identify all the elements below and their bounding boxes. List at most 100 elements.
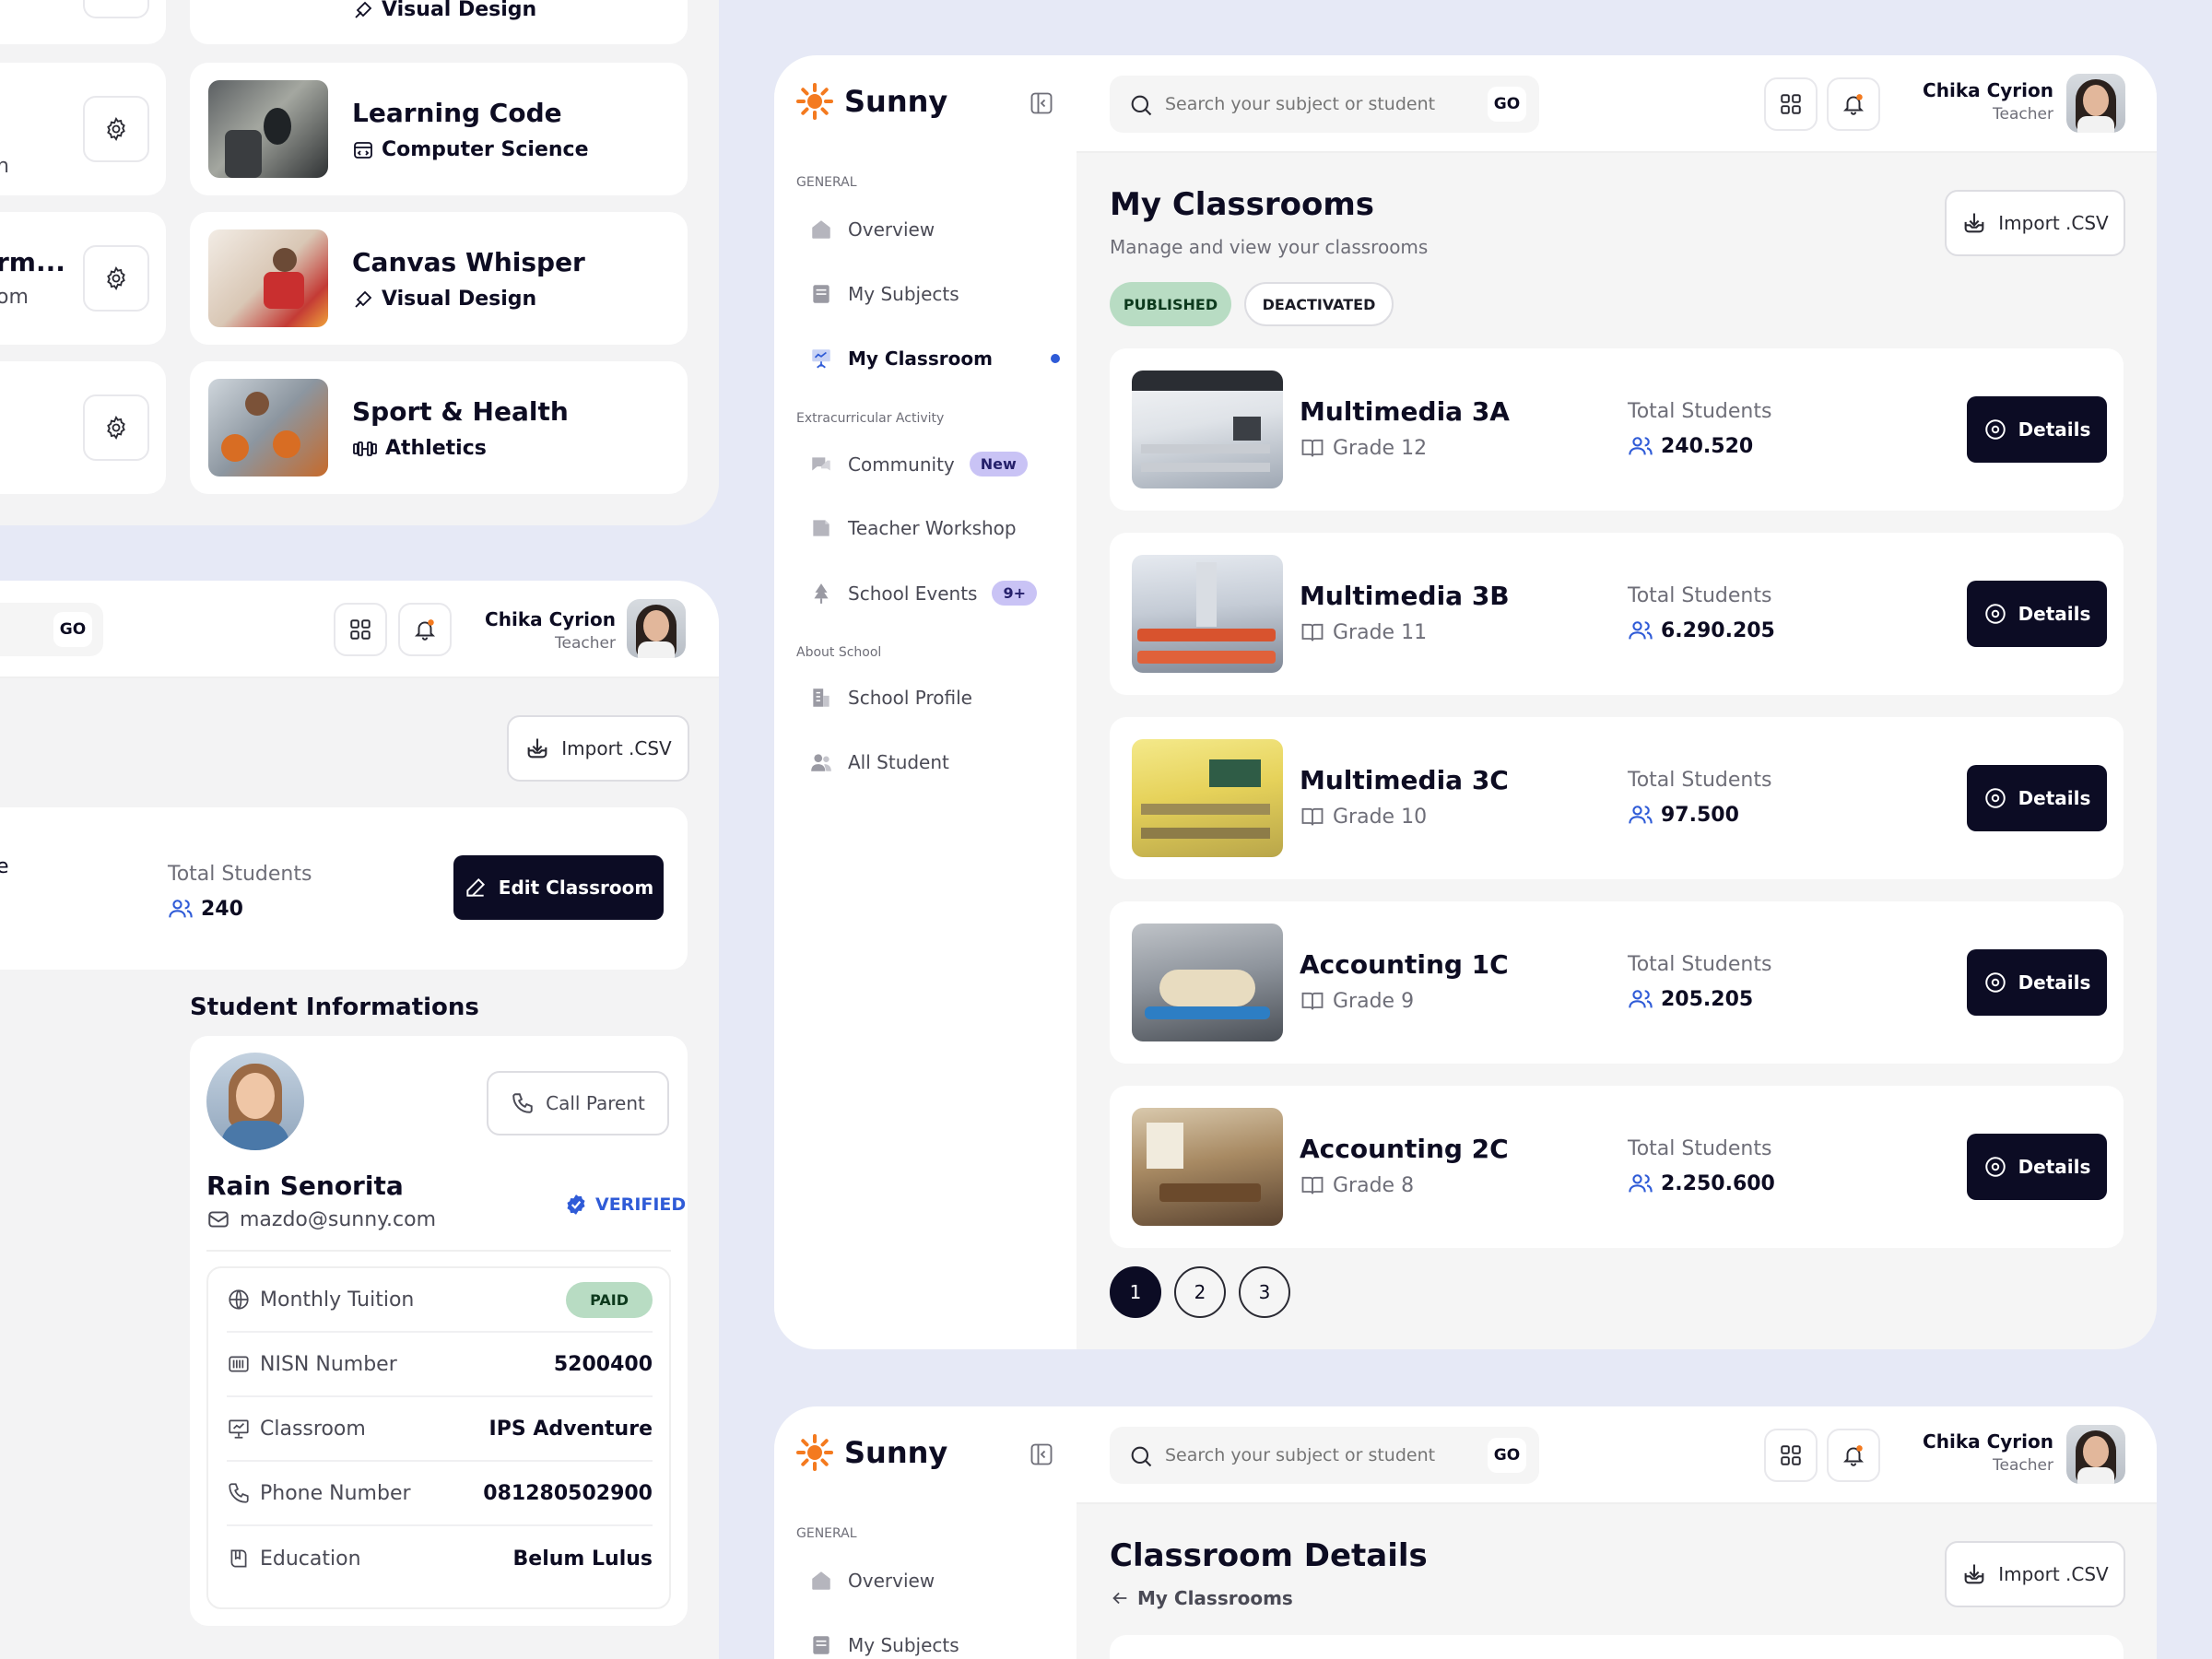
settings-button[interactable] (83, 245, 149, 312)
brand-logo[interactable]: Sunny (794, 1432, 947, 1473)
subject-manage-text: om (0, 286, 29, 309)
notifications-button[interactable] (1827, 1429, 1880, 1482)
sidebar: Sunny GENERAL Overview My Subjects My Cl… (774, 55, 1077, 1349)
settings-button[interactable] (83, 0, 149, 18)
call-parent-label: Call Parent (546, 1092, 645, 1114)
student-name: Rain Senorita (206, 1171, 404, 1201)
total-students-label: Total Students (1628, 953, 1772, 976)
subject-card[interactable]: Learning Code Computer Science (190, 63, 688, 195)
sidebar-collapse-icon (1030, 1443, 1053, 1465)
total-students-label: Total Students (1628, 1137, 1772, 1160)
collapse-sidebar-button[interactable] (1029, 1441, 1054, 1471)
section-label-about-school: About School (796, 645, 882, 660)
go-button[interactable]: GO (53, 612, 92, 647)
summary-partial-text: e (0, 855, 9, 878)
verified-badge-icon (567, 1194, 585, 1215)
import-csv-button[interactable]: Import .CSV (1945, 190, 2125, 256)
home-icon (812, 220, 830, 239)
edit-classroom-button[interactable]: Edit Classroom (453, 855, 664, 920)
sidebar-item-school-profile[interactable]: School Profile (809, 686, 972, 710)
student-details-table: Monthly Tuition PAID NISN Number 5200400… (206, 1266, 671, 1609)
classroom-thumbnail (1132, 924, 1283, 1041)
search-input[interactable]: GO (0, 603, 103, 656)
subject-category: Visual Design (382, 288, 537, 311)
sidebar-item-overview[interactable]: Overview (809, 1569, 935, 1593)
sidebar-item-my-subjects[interactable]: My Subjects (809, 282, 959, 306)
apps-button[interactable] (334, 603, 387, 656)
search-input[interactable] (1165, 1440, 1469, 1471)
go-button[interactable]: GO (1488, 1438, 1526, 1473)
classroom-name: Multimedia 3B (1300, 581, 1510, 611)
subject-title: Canvas Whisper (352, 247, 585, 277)
details-button[interactable]: Details (1967, 1134, 2107, 1200)
page-button[interactable]: 2 (1174, 1266, 1226, 1318)
import-csv-label: Import .CSV (561, 737, 672, 759)
sidebar-item-all-student[interactable]: All Student (809, 750, 949, 774)
settings-button[interactable] (83, 394, 149, 461)
gear-icon (107, 415, 125, 441)
collapse-sidebar-button[interactable] (1029, 90, 1054, 120)
sidebar-item-teacher-workshop[interactable]: Teacher Workshop (809, 516, 1017, 540)
page-button[interactable]: 1 (1110, 1266, 1161, 1318)
sidebar-item-school-events[interactable]: School Events 9+ (809, 581, 1038, 606)
import-csv-button[interactable]: Import .CSV (1945, 1541, 2125, 1607)
details-button[interactable]: Details (1967, 581, 2107, 647)
presentation-icon (229, 1419, 249, 1439)
notifications-button[interactable] (1827, 77, 1880, 131)
filter-deactivated[interactable]: DEACTIVATED (1244, 282, 1394, 326)
avatar[interactable] (2066, 1425, 2125, 1484)
paid-badge: PAID (566, 1281, 653, 1318)
sidebar-item-my-classroom[interactable]: My Classroom (809, 347, 1060, 371)
avatar[interactable] (627, 599, 686, 658)
bell-icon (1842, 1445, 1865, 1466)
subject-card[interactable]: Canvas Whisper Visual Design (190, 212, 688, 345)
classroom-card: Accounting 2C Grade 8 Total Students 2.2… (1110, 1086, 2124, 1248)
subject-card[interactable]: Sport & Health Athletics (190, 361, 688, 494)
sidebar-item-label: My Subjects (848, 1634, 959, 1656)
classroom-card: Multimedia 3A Grade 12 Total Students 24… (1110, 348, 2124, 511)
subject-title: Sport & Health (352, 396, 569, 427)
globe-icon (229, 1289, 249, 1310)
classroom-thumbnail (1132, 1108, 1283, 1226)
sidebar-item-label: Overview (848, 218, 935, 241)
users-icon (1629, 621, 1653, 640)
classroom-details-window: Sunny GENERAL Overview My Subjects GO Ch… (774, 1406, 2157, 1659)
page-button[interactable]: 3 (1239, 1266, 1290, 1318)
search-input[interactable] (1165, 88, 1469, 120)
notifications-button[interactable] (398, 603, 452, 656)
sidebar-item-community[interactable]: Community New (809, 452, 1028, 477)
details-button[interactable]: Details (1967, 765, 2107, 831)
sidebar-item-label: My Subjects (848, 283, 959, 305)
barcode-icon (229, 1356, 249, 1372)
brand-logo[interactable]: Sunny (794, 81, 947, 122)
apps-button[interactable] (1764, 77, 1818, 131)
filter-published[interactable]: PUBLISHED (1110, 282, 1231, 326)
sidebar-item-my-subjects[interactable]: My Subjects (809, 1633, 959, 1657)
go-button[interactable]: GO (1488, 87, 1526, 122)
details-button[interactable]: Details (1967, 949, 2107, 1016)
apps-button[interactable] (1764, 1429, 1818, 1482)
call-parent-button[interactable]: Call Parent (487, 1071, 669, 1135)
sidebar-item-overview[interactable]: Overview (809, 218, 935, 241)
subject-manage-card (0, 361, 166, 494)
eye-icon (1984, 1157, 2006, 1177)
brush-icon (355, 290, 372, 308)
subject-card[interactable]: Visual Design (190, 0, 688, 44)
sidebar-item-label: Teacher Workshop (848, 517, 1017, 539)
book-icon (230, 1549, 247, 1568)
open-book-icon (1301, 439, 1324, 457)
subject-manage-card: n (0, 63, 166, 195)
info-value: IPS Adventure (488, 1417, 653, 1441)
details-label: Details (2018, 418, 2091, 441)
phone-icon (512, 1093, 533, 1113)
settings-button[interactable] (83, 96, 149, 162)
classroom-grade: Grade 8 (1333, 1173, 1415, 1197)
avatar[interactable] (2066, 74, 2125, 133)
total-students-value: 6.290.205 (1661, 618, 1775, 642)
back-link[interactable]: My Classrooms (1110, 1587, 1293, 1609)
import-csv-button[interactable]: Import .CSV (507, 715, 689, 782)
details-button[interactable]: Details (1967, 396, 2107, 463)
section-label-general: GENERAL (796, 175, 857, 190)
users-icon (1629, 1174, 1653, 1193)
total-students-label: Total Students (1628, 584, 1772, 607)
